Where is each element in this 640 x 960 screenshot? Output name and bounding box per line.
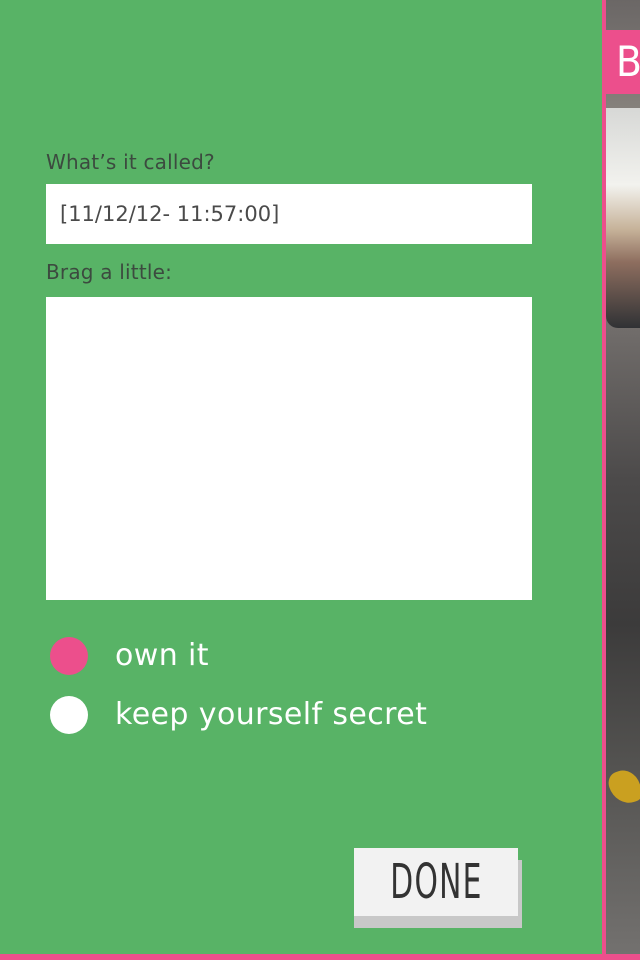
privacy-option-label: own it (115, 638, 209, 673)
done-button-face[interactable]: DONE (354, 848, 518, 916)
privacy-option-own-it[interactable]: own it (50, 637, 209, 675)
brag-textarea[interactable] (46, 297, 532, 600)
name-label: What’s it called? (46, 150, 215, 174)
side-tag: B (606, 30, 640, 94)
privacy-option-keep-secret[interactable]: keep yourself secret (50, 696, 427, 734)
photo-car-image (606, 108, 640, 328)
name-field[interactable]: [11/12/12- 11:57:00] (46, 184, 532, 244)
privacy-option-label: keep yourself secret (115, 697, 428, 732)
side-photo-panel[interactable]: B (606, 0, 640, 960)
radio-selected-icon[interactable] (50, 637, 88, 675)
radio-unselected-icon[interactable] (50, 696, 88, 734)
form-panel: What’s it called? [11/12/12- 11:57:00] B… (0, 0, 602, 954)
done-button-label: DONE (389, 854, 483, 910)
bottom-accent-strip (0, 954, 640, 960)
photo-leaf-image (606, 766, 640, 808)
brag-label: Brag a little: (46, 260, 173, 284)
done-button[interactable]: DONE (354, 848, 522, 928)
side-tag-letter: B (616, 37, 640, 86)
